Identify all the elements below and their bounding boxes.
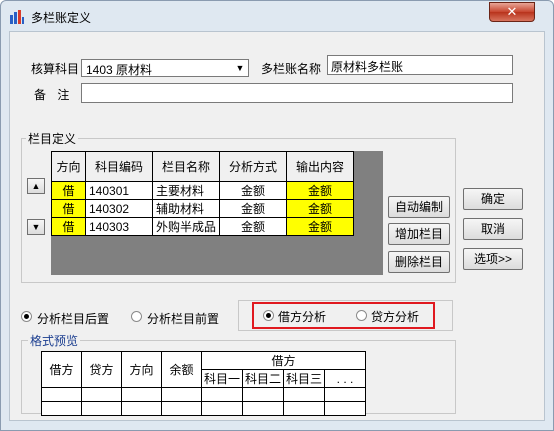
cancel-button[interactable]: 取消 bbox=[463, 218, 523, 240]
cell-account-code[interactable]: 140302 bbox=[85, 199, 153, 218]
chevron-down-icon: ▼ bbox=[31, 222, 41, 232]
app-icon bbox=[10, 10, 24, 24]
radio-before[interactable] bbox=[131, 311, 142, 322]
cell-column-name[interactable]: 外购半成品 bbox=[151, 217, 221, 236]
remark-label: 备 注 bbox=[34, 88, 74, 102]
account-combo-value: 1403 原材料 bbox=[86, 63, 153, 77]
radio-after-label[interactable]: 分析栏目后置 bbox=[37, 310, 109, 327]
table-row[interactable]: 借 140302 辅助材料 金额 金额 bbox=[51, 199, 355, 218]
delete-column-button[interactable]: 删除栏目 bbox=[388, 251, 450, 273]
annotation-highlight bbox=[252, 302, 435, 329]
preview-sub-header: 科目三 bbox=[283, 369, 325, 388]
table-row[interactable]: 借 140303 外购半成品 金额 金额 bbox=[51, 217, 355, 236]
cell-column-name[interactable]: 主要材料 bbox=[151, 181, 221, 200]
table-header-row: 方向 科目编码 栏目名称 分析方式 输出内容 bbox=[51, 151, 355, 182]
dialog-window: 多栏账定义 ✕ 核算科目 1403 原材料 ▼ 多栏账名称 原材料多栏账 备 注… bbox=[0, 0, 554, 431]
cell-analysis-method[interactable]: 金额 bbox=[219, 217, 288, 236]
ledger-name-value: 原材料多栏账 bbox=[331, 60, 404, 74]
preview-header-credit: 贷方 bbox=[81, 351, 122, 388]
cell-analysis-method[interactable]: 金额 bbox=[219, 181, 288, 200]
remark-field[interactable] bbox=[81, 83, 513, 103]
cell-direction[interactable]: 借 bbox=[51, 217, 86, 236]
preview-header-balance: 余额 bbox=[161, 351, 202, 388]
cell-direction[interactable]: 借 bbox=[51, 199, 86, 218]
preview-sub-header: 科目二 bbox=[242, 369, 284, 388]
title-bar[interactable]: 多栏账定义 ✕ bbox=[1, 1, 553, 31]
radio-before-label[interactable]: 分析栏目前置 bbox=[147, 310, 219, 327]
ledger-name-field[interactable]: 原材料多栏账 bbox=[327, 55, 513, 75]
preview-empty-row bbox=[41, 401, 366, 416]
column-table: 方向 科目编码 栏目名称 分析方式 输出内容 借 140301 主要材料 金额 … bbox=[51, 151, 355, 236]
move-up-button[interactable]: ▲ bbox=[27, 178, 45, 194]
cell-direction[interactable]: 借 bbox=[51, 181, 86, 200]
account-label: 核算科目 bbox=[31, 62, 80, 76]
add-column-button[interactable]: 增加栏目 bbox=[388, 223, 450, 245]
header-analysis-method[interactable]: 分析方式 bbox=[219, 151, 288, 182]
options-button[interactable]: 选项>> bbox=[463, 248, 523, 270]
cell-output-content[interactable]: 金额 bbox=[286, 217, 355, 236]
table-row[interactable]: 借 140301 主要材料 金额 金额 bbox=[51, 181, 355, 200]
chevron-up-icon: ▲ bbox=[31, 181, 41, 191]
preview-sub-header: 科目一 bbox=[201, 369, 243, 388]
preview-group-header: 借方 bbox=[201, 351, 366, 370]
radio-after[interactable] bbox=[21, 311, 32, 322]
cell-column-name[interactable]: 辅助材料 bbox=[151, 199, 221, 218]
preview-sub-header: . . . bbox=[324, 369, 366, 388]
preview-header-debit: 借方 bbox=[41, 351, 82, 388]
cell-account-code[interactable]: 140301 bbox=[85, 181, 153, 200]
ok-button[interactable]: 确定 bbox=[463, 188, 523, 210]
cell-account-code[interactable]: 140303 bbox=[85, 217, 153, 236]
window-title: 多栏账定义 bbox=[31, 11, 92, 25]
preview-table: 借方 贷方 方向 余额 借方 科目一 科目二 科目三 . . . bbox=[41, 351, 366, 416]
close-icon: ✕ bbox=[506, 4, 518, 19]
ledger-name-label: 多栏账名称 bbox=[261, 62, 322, 76]
cell-output-content[interactable]: 金额 bbox=[286, 199, 355, 218]
header-output-content[interactable]: 输出内容 bbox=[286, 151, 355, 182]
move-down-button[interactable]: ▼ bbox=[27, 219, 45, 235]
header-direction[interactable]: 方向 bbox=[51, 151, 86, 182]
header-account-code[interactable]: 科目编码 bbox=[85, 151, 153, 182]
preview-header-direction: 方向 bbox=[121, 351, 162, 388]
preview-empty-row bbox=[41, 387, 366, 402]
auto-compile-button[interactable]: 自动编制 bbox=[388, 196, 450, 218]
column-definition-title: 栏目定义 bbox=[26, 130, 79, 147]
close-button[interactable]: ✕ bbox=[489, 2, 535, 22]
column-grid[interactable]: 方向 科目编码 栏目名称 分析方式 输出内容 借 140301 主要材料 金额 … bbox=[51, 151, 383, 275]
chevron-down-icon[interactable]: ▼ bbox=[233, 61, 247, 75]
account-combo[interactable]: 1403 原材料 ▼ bbox=[81, 59, 249, 77]
header-column-name[interactable]: 栏目名称 bbox=[151, 151, 221, 182]
cell-output-content[interactable]: 金额 bbox=[286, 181, 355, 200]
cell-analysis-method[interactable]: 金额 bbox=[219, 199, 288, 218]
format-preview-title: 格式预览 bbox=[28, 332, 81, 349]
